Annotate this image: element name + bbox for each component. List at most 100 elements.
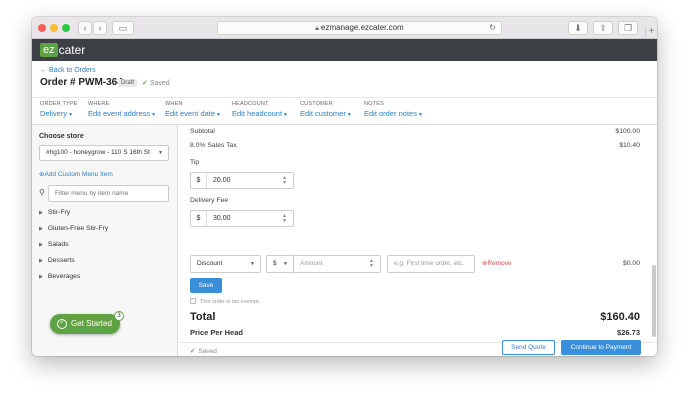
edit-date-dropdown[interactable]: Edit event date▼: [165, 109, 221, 118]
add-custom-item-link[interactable]: ⊕Add Custom Menu Item: [39, 170, 113, 178]
downloads-icon[interactable]: ⬇: [568, 21, 588, 35]
stepper-icon[interactable]: ▲ ▼: [369, 259, 374, 269]
close-window-button[interactable]: [38, 24, 46, 32]
delivery-fee-value: 30.00: [213, 215, 231, 222]
store-select[interactable]: #hg100 - honeygrow - 110 S 16th St ▼: [39, 145, 169, 161]
back-to-orders-link[interactable]: ← Back to Orders: [40, 67, 96, 74]
category-beverages[interactable]: ▶ Beverages: [39, 273, 80, 280]
discount-type-select[interactable]: Discount ▼: [190, 255, 261, 273]
edit-address-dropdown[interactable]: Edit event address▼: [88, 109, 156, 118]
category-salads[interactable]: ▶ Salads: [39, 241, 69, 248]
remove-discount-link[interactable]: ⊗Remove: [482, 259, 512, 267]
tax-label: 8.0% Sales Tax: [190, 142, 237, 149]
meta-order-type: ORDER TYPE Delivery▼: [40, 101, 78, 118]
caret-down-icon: ▼: [417, 112, 423, 118]
category-label: Gluten-Free Stir-Fry: [47, 225, 109, 232]
currency-symbol: $: [191, 173, 207, 188]
zoom-window-button[interactable]: [62, 24, 70, 32]
scrollbar[interactable]: [652, 265, 656, 337]
ezcater-logo[interactable]: ez cater: [40, 43, 85, 57]
meta-label: WHEN: [165, 101, 183, 107]
category-label: Stir-Fry: [47, 209, 71, 216]
order-title: Order # PWM-364: [40, 77, 123, 88]
delivery-fee-input[interactable]: $ 30.00 ▲ ▼: [190, 210, 294, 227]
saved-label: Saved: [149, 80, 170, 87]
discount-amount-input[interactable]: Amount ▲ ▼: [293, 255, 381, 273]
minimize-window-button[interactable]: [50, 24, 58, 32]
status-badge: Draft: [118, 79, 138, 87]
order-summary-panel: Subtotal $100.00 8.0% Sales Tax $10.40 T…: [179, 125, 657, 356]
chevron-down-icon: ▼: [283, 261, 288, 267]
get-started-button[interactable]: ✓ Get Started: [50, 314, 120, 334]
save-button[interactable]: Save: [190, 278, 222, 293]
currency-symbol: $: [191, 211, 207, 226]
meta-label: HEADCOUNT: [232, 101, 269, 107]
order-type-dropdown[interactable]: Delivery▼: [40, 109, 78, 118]
category-stir-fry[interactable]: ▶ Stir-Fry: [39, 209, 70, 216]
meta-value: Edit order notes: [364, 109, 417, 118]
chevron-down-icon: ▼: [158, 150, 163, 156]
tip-label: Tip: [190, 159, 200, 166]
discount-reason-input[interactable]: e.g. First time order, etc.: [387, 255, 475, 273]
meta-value: Edit event address: [88, 109, 151, 118]
lock-icon: 🔒︎: [315, 25, 319, 32]
address-bar[interactable]: 🔒︎ ezmanage.ezcater.com ↻: [217, 21, 502, 35]
caret-right-icon: ▶: [39, 210, 43, 216]
reload-icon[interactable]: ↻: [489, 22, 496, 34]
price-per-head-label: Price Per Head: [190, 328, 243, 337]
category-label: Salads: [47, 241, 69, 248]
footer-saved-indicator: ✓ Saved: [190, 347, 217, 355]
category-desserts[interactable]: ▶ Desserts: [39, 257, 75, 264]
edit-notes-dropdown[interactable]: Edit order notes▼: [364, 109, 423, 118]
notification-badge: 3: [114, 311, 124, 321]
edit-headcount-dropdown[interactable]: Edit headcount▼: [232, 109, 288, 118]
meta-value: Edit headcount: [232, 109, 283, 118]
new-tab-icon[interactable]: +: [645, 26, 657, 38]
choose-store-label: Choose store: [39, 133, 84, 140]
tip-value: 20.00: [213, 177, 231, 184]
continue-to-payment-button[interactable]: Continue to Payment: [561, 340, 641, 355]
sidebar-toggle-icon[interactable]: ▭: [112, 21, 134, 35]
meta-value: Edit customer: [300, 109, 346, 118]
edit-customer-dropdown[interactable]: Edit customer▼: [300, 109, 352, 118]
tip-input[interactable]: $ 20.00 ▲ ▼: [190, 172, 294, 189]
total-value: $160.40: [600, 311, 640, 323]
meta-value: Delivery: [40, 109, 68, 118]
subtotal-label: Subtotal: [190, 128, 215, 135]
meta-value: Edit event date: [165, 109, 216, 118]
tax-exempt-checkbox[interactable]: This order is tax exempt.: [190, 298, 260, 305]
search-icon: ⚲: [39, 188, 45, 197]
forward-nav-icon[interactable]: ›: [93, 21, 107, 35]
category-gluten-free-stir-fry[interactable]: ▶ Gluten-Free Stir-Fry: [39, 225, 108, 232]
meta-customer: CUSTOMER Edit customer▼: [300, 101, 352, 118]
check-circle-icon: ✓: [57, 319, 67, 329]
caret-right-icon: ▶: [39, 242, 43, 248]
tax-exempt-label: This order is tax exempt.: [200, 299, 261, 305]
tax-value: $10.40: [619, 142, 640, 149]
check-icon: ✓: [190, 348, 196, 355]
meta-label: CUSTOMER: [300, 101, 333, 107]
share-icon[interactable]: ⇪: [593, 21, 613, 35]
delivery-fee-label: Delivery Fee: [190, 197, 229, 204]
stepper-icon[interactable]: ▲ ▼: [282, 176, 287, 186]
caret-down-icon: ▼: [283, 112, 288, 118]
stepper-icon[interactable]: ▲ ▼: [282, 214, 287, 224]
meta-where: WHERE Edit event address▼: [88, 101, 156, 118]
meta-label: ORDER TYPE: [40, 101, 78, 107]
meta-label: NOTES: [364, 101, 384, 107]
discount-unit-select[interactable]: $ ▼: [266, 255, 294, 273]
saved-indicator: ✓ Saved: [142, 79, 170, 87]
menu-filter-input[interactable]: [48, 185, 169, 202]
tabs-overview-icon[interactable]: ❐: [618, 21, 638, 35]
caret-right-icon: ▶: [39, 274, 43, 280]
saved-label: Saved: [198, 348, 217, 355]
category-label: Beverages: [47, 273, 81, 280]
discount-unit-value: $: [273, 260, 277, 267]
browser-toolbar: ‹ › ▭ 🔒︎ ezmanage.ezcater.com ↻ ⬇ ⇪ ❐ +: [32, 17, 657, 39]
reason-placeholder: e.g. First time order, etc.: [394, 260, 465, 267]
back-nav-icon[interactable]: ‹: [78, 21, 92, 35]
send-quote-button[interactable]: Send Quote: [502, 340, 555, 355]
add-custom-label: Add Custom Menu Item: [44, 171, 113, 178]
logo-ez: ez: [40, 43, 58, 57]
checkbox-icon: [190, 298, 196, 304]
